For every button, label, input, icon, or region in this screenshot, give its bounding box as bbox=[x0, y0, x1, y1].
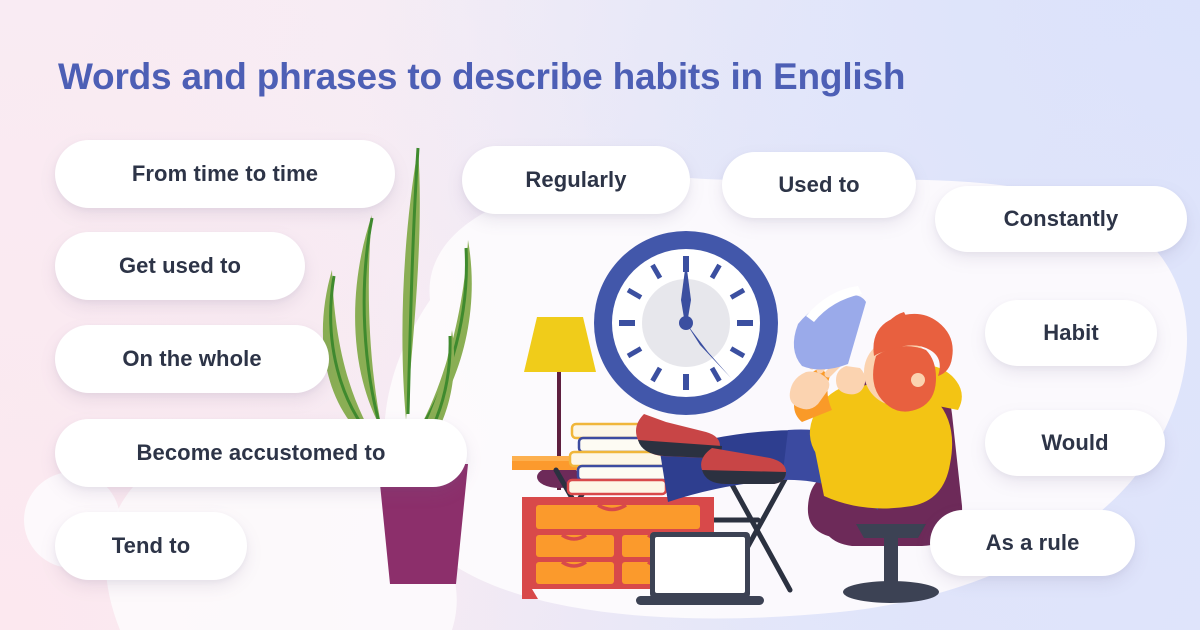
poster-canvas: Words and phrases to describe habits in … bbox=[0, 0, 1200, 630]
phrase-pill[interactable]: Would bbox=[985, 410, 1165, 476]
phrase-pill-label: Become accustomed to bbox=[136, 440, 386, 465]
book-stack-icon bbox=[566, 422, 675, 496]
laptop-icon bbox=[636, 532, 764, 605]
office-chair-icon bbox=[807, 368, 963, 603]
phrase-pill-label: Get used to bbox=[118, 253, 242, 278]
potted-plant-icon bbox=[322, 147, 472, 584]
chest-of-drawers-icon bbox=[522, 497, 714, 599]
desk-icon bbox=[512, 456, 812, 593]
page-title: Words and phrases to describe habits in … bbox=[58, 56, 906, 97]
phrase-pill-label: On the whole bbox=[122, 346, 262, 371]
phrase-pill-label: Used to bbox=[778, 172, 860, 197]
phrase-pill[interactable]: From time to time bbox=[55, 140, 395, 208]
phrase-pill-label: Habit bbox=[1043, 320, 1099, 345]
wall-clock-icon bbox=[594, 231, 778, 415]
floor-lamp-icon bbox=[524, 317, 596, 490]
phrase-pill[interactable]: Regularly bbox=[462, 146, 690, 214]
person-reading-icon bbox=[636, 286, 962, 510]
phrase-pill-label: Constantly bbox=[1003, 206, 1119, 231]
phrase-pill-label: Tend to bbox=[111, 533, 191, 558]
phrase-pill[interactable]: Habit bbox=[985, 300, 1157, 366]
phrase-pill[interactable]: On the whole bbox=[55, 325, 329, 393]
phrase-pill[interactable]: Become accustomed to bbox=[55, 419, 467, 487]
phrase-pill-label: Would bbox=[1041, 430, 1109, 455]
phrase-pill[interactable]: Constantly bbox=[935, 186, 1187, 252]
phrase-pill-label: From time to time bbox=[131, 161, 319, 186]
phrase-pill[interactable]: Get used to bbox=[55, 232, 305, 300]
phrase-pill-label: Regularly bbox=[525, 167, 627, 192]
phrase-pill[interactable]: Tend to bbox=[55, 512, 247, 580]
phrase-pill-label: As a rule bbox=[985, 530, 1080, 555]
phrase-pill[interactable]: Used to bbox=[722, 152, 916, 218]
phrase-pill[interactable]: As a rule bbox=[930, 510, 1135, 576]
